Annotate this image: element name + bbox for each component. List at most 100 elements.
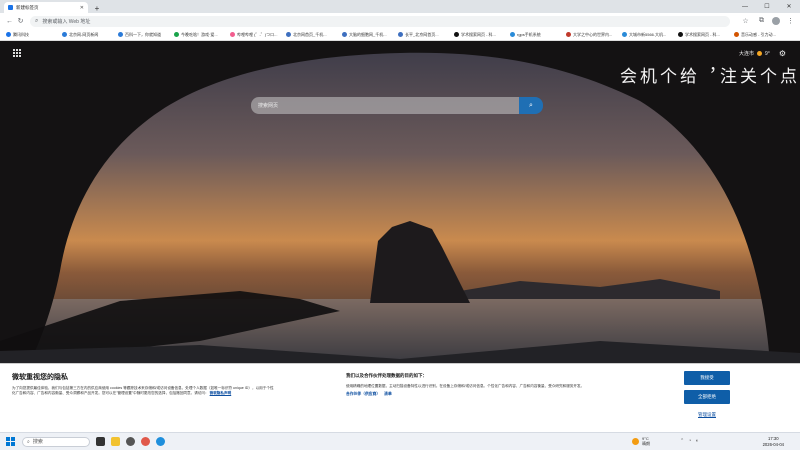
extensions-icon[interactable]: ⧉ bbox=[756, 16, 767, 27]
vertical-text-char: 给 bbox=[676, 67, 696, 84]
windows-taskbar: ⌕ 搜索 9°C 晴朗 ⌃ ◔ ◖ 17:30 2026-04-04 bbox=[0, 432, 800, 450]
bookmark-item[interactable]: 大城市新5566.大机... bbox=[619, 32, 675, 38]
chrome-icon[interactable] bbox=[141, 437, 150, 446]
bookmark-label: 北京网-网页新闻 bbox=[69, 31, 99, 37]
bookmark-favicon-icon bbox=[342, 32, 347, 37]
bookmark-label: 学术搜索网页 - 科... bbox=[461, 31, 496, 37]
system-tray: ⌃ ◔ ◖ bbox=[680, 438, 698, 444]
minimize-icon[interactable]: — bbox=[734, 0, 756, 13]
bookmark-label: 腾讯科技 bbox=[13, 31, 29, 37]
edge-tab-icon bbox=[8, 5, 13, 10]
bookmark-item[interactable]: 哔哩哔哩 (゜-゜)つロ... bbox=[227, 32, 283, 38]
background-image bbox=[0, 41, 800, 363]
close-tab-icon[interactable]: ✕ bbox=[80, 5, 84, 11]
bookmark-label: 今晚吃啥！游戏·爱... bbox=[181, 31, 218, 37]
bookmark-item[interactable]: 学术搜索网页 - 科... bbox=[675, 32, 731, 38]
bookmark-item[interactable]: 学术搜索网页 - 科... bbox=[451, 32, 507, 38]
bookmark-label: 大学之中心的世界内... bbox=[573, 31, 613, 37]
search-icon: ⌕ bbox=[27, 438, 30, 445]
manage-settings-link[interactable]: 管理设置 bbox=[684, 412, 730, 418]
accept-button[interactable]: 我接受 bbox=[684, 371, 730, 385]
bookmark-item[interactable]: 今晚吃啥！游戏·爱... bbox=[171, 32, 227, 38]
bookmark-item[interactable]: 百科一下，你就知道 bbox=[115, 32, 171, 38]
bookmark-item[interactable]: rgps手机系统 bbox=[507, 32, 563, 38]
bookmark-item[interactable]: 大学之中心的世界内... bbox=[563, 32, 619, 38]
bookmark-favicon-icon bbox=[286, 32, 291, 37]
bookmark-favicon-icon bbox=[734, 32, 739, 37]
bookmark-favicon-icon bbox=[510, 32, 515, 37]
file-explorer-icon[interactable] bbox=[111, 437, 120, 446]
bookmark-label: 音乐动感 - 引力动... bbox=[741, 31, 776, 37]
windows-start-icon[interactable] bbox=[6, 436, 16, 447]
bookmark-item[interactable]: 长平_北京网首页... bbox=[395, 32, 451, 38]
bookmark-favicon-icon bbox=[398, 32, 403, 37]
task-view-icon[interactable] bbox=[96, 437, 105, 446]
temperature-label: 9° bbox=[765, 50, 770, 57]
bookmark-favicon-icon bbox=[454, 32, 459, 37]
bookmark-label: 北京网首页_千机... bbox=[293, 31, 327, 37]
taskbar-search[interactable]: ⌕ 搜索 bbox=[22, 436, 90, 447]
address-bar[interactable]: ⌕ 搜索或输入 Web 地址 bbox=[30, 15, 730, 27]
bookmark-favicon-icon bbox=[6, 32, 11, 37]
bookmark-favicon-icon bbox=[566, 32, 571, 37]
maximize-icon[interactable]: ☐ bbox=[756, 0, 778, 13]
bookmark-favicon-icon bbox=[118, 32, 123, 37]
search-input[interactable]: 搜索网页 bbox=[251, 97, 519, 114]
bookmark-item[interactable]: 音乐动感 - 引力动... bbox=[731, 32, 787, 38]
profile-avatar[interactable] bbox=[772, 17, 780, 25]
weather-sun-icon bbox=[632, 437, 639, 445]
vertical-text-char: 个 bbox=[756, 67, 776, 84]
bookmark-label: 百科一下，你就知道 bbox=[125, 31, 161, 37]
purposes-title: 我们以及合作伙伴处理数据的目的如下： bbox=[346, 373, 427, 378]
favorite-star-icon[interactable]: ☆ bbox=[740, 16, 751, 27]
tab-new-tab[interactable]: 新建标签页 ✕ bbox=[4, 2, 88, 13]
privacy-statement-link[interactable]: 微软隐私声明 bbox=[210, 391, 232, 395]
privacy-body: 为了向您提供最佳体验，我们与包括第三方在内的供应商使用 cookies 等跟踪技… bbox=[12, 386, 274, 396]
app-icon[interactable] bbox=[126, 437, 135, 446]
close-window-icon[interactable]: ✕ bbox=[778, 0, 800, 13]
clock-date: 2026-04-04 bbox=[762, 441, 784, 447]
bookmark-item[interactable]: 北京网-网页新闻 bbox=[59, 32, 115, 38]
vertical-text-char: 会 bbox=[616, 67, 636, 84]
bookmark-item[interactable]: 北京网首页_千机... bbox=[283, 32, 339, 38]
vertical-text-char: 关 bbox=[736, 67, 756, 84]
chevron-up-icon[interactable]: ⌃ bbox=[680, 438, 684, 444]
search-icon: ⌕ bbox=[529, 101, 533, 109]
bookmark-label: 学术搜索网页 - 科... bbox=[685, 31, 720, 37]
apps-grid-icon[interactable] bbox=[13, 49, 21, 57]
more-menu-icon[interactable]: ⋮ bbox=[785, 16, 796, 27]
browser-toolbar: ← ↻ ⌕ 搜索或输入 Web 地址 ☆ ⧉ ⋮ bbox=[0, 13, 800, 29]
bookmark-favicon-icon bbox=[622, 32, 627, 37]
address-placeholder: 搜索或输入 Web 地址 bbox=[42, 18, 91, 25]
weather-sun-icon bbox=[757, 51, 763, 56]
edge-icon[interactable] bbox=[156, 437, 165, 446]
taskbar-weather[interactable]: 9°C 晴朗 bbox=[632, 436, 650, 446]
browser-window: 新建标签页 ✕ + — ☐ ✕ ← ↻ ⌕ 搜索或输入 Web 地址 ☆ ⧉ ⋮… bbox=[0, 0, 800, 450]
bookmark-item[interactable]: 腾讯科技 bbox=[3, 32, 59, 38]
search-placeholder: 搜索网页 bbox=[258, 103, 279, 109]
vendors-list-link[interactable]: 清单 bbox=[384, 392, 392, 397]
tab-strip: 新建标签页 ✕ + — ☐ ✕ bbox=[0, 0, 800, 13]
refresh-icon[interactable]: ↻ bbox=[15, 16, 26, 27]
taskbar-clock[interactable]: 17:30 2026-04-04 bbox=[763, 436, 784, 447]
gear-icon[interactable]: ⚙ bbox=[779, 49, 786, 58]
taskbar-search-label: 搜索 bbox=[32, 439, 43, 445]
weather-widget[interactable]: 大连市 9° ⚙ bbox=[739, 49, 786, 58]
tab-title: 新建标签页 bbox=[16, 4, 39, 10]
location-label: 大连市 bbox=[739, 51, 755, 57]
reject-all-button[interactable]: 全部拒绝 bbox=[684, 390, 730, 404]
search-button[interactable]: ⌕ bbox=[519, 97, 543, 114]
bookmarks-bar: 腾讯科技 北京网-网页新闻 百科一下，你就知道 今晚吃啥！游戏·爱... 哔哩哔哩 (゜… bbox=[0, 29, 800, 41]
vertical-text-char: 个 bbox=[656, 67, 676, 84]
wifi-icon[interactable]: ◔ bbox=[688, 438, 691, 444]
bookmark-favicon-icon bbox=[62, 32, 67, 37]
vendors-link[interactable]: 合作伙伴（供应商） bbox=[346, 392, 380, 397]
new-tab-page: 大连市 9° ⚙ 搜索网页 ⌕ 点个关注，给个机会 bbox=[0, 41, 800, 363]
bookmark-item[interactable]: 大脑的细胞网_千机... bbox=[339, 32, 395, 38]
volume-icon[interactable]: ◖ bbox=[695, 438, 698, 444]
vertical-text-char: 机 bbox=[636, 67, 656, 84]
new-tab-button[interactable]: + bbox=[92, 3, 102, 13]
purposes-body: 使用精确的地理位置数据，主动扫描设备特性以进行识别。在设备上存储和/或访问信息。… bbox=[346, 384, 585, 388]
vertical-text-char: 注 bbox=[716, 67, 736, 84]
back-icon[interactable]: ← bbox=[4, 16, 15, 27]
